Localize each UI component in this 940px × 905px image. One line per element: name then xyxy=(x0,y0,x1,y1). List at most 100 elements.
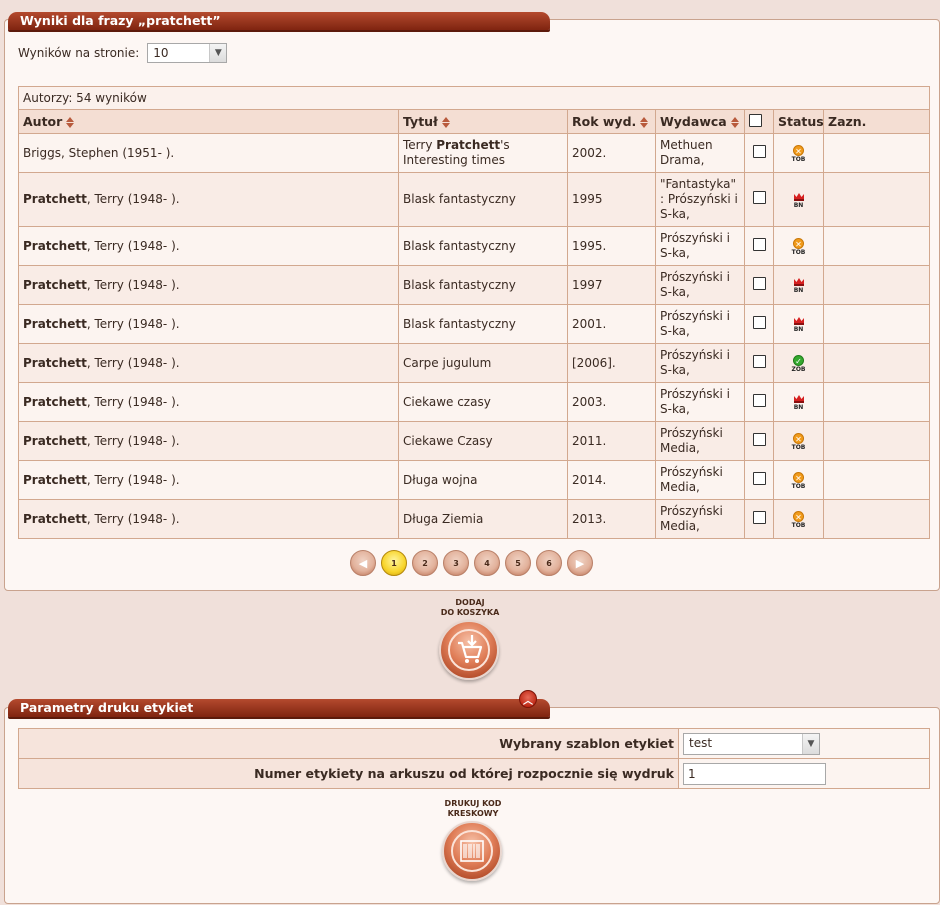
row-checkbox[interactable] xyxy=(752,393,766,407)
results-panel-title: Wyniki dla frazy „pratchett” xyxy=(8,12,550,30)
page-button-4[interactable]: 4 xyxy=(474,550,500,576)
page-button-1[interactable]: 1 xyxy=(381,550,407,576)
cell-marked xyxy=(822,382,931,422)
cell-status: BN xyxy=(773,382,824,422)
status-indicator[interactable]: BN xyxy=(793,192,805,209)
cell-author[interactable]: Pratchett, Terry (1948- ). xyxy=(18,343,399,383)
collapse-panel-button[interactable]: ︿ xyxy=(519,690,537,708)
page-button-6[interactable]: 6 xyxy=(536,550,562,576)
col-label-author: Autor xyxy=(23,114,63,129)
prev-page-button[interactable]: ◀ xyxy=(350,550,376,576)
col-header-title[interactable]: Tytuł xyxy=(398,109,568,134)
page-button-2[interactable]: 2 xyxy=(412,550,438,576)
cell-author[interactable]: Pratchett, Terry (1948- ). xyxy=(18,172,399,227)
row-checkbox[interactable] xyxy=(752,237,766,251)
table-row: Pratchett, Terry (1948- ). Ciekawe czasy 2… xyxy=(18,382,931,422)
cell-author[interactable]: Pratchett, Terry (1948- ). xyxy=(18,226,399,266)
next-page-button[interactable]: ▶ xyxy=(567,550,593,576)
row-checkbox[interactable] xyxy=(752,432,766,446)
print-barcode-label-line2: KRESKOWY xyxy=(447,809,499,818)
start-number-input[interactable]: 1 xyxy=(683,762,826,785)
chevron-down-icon: ▼ xyxy=(209,44,227,62)
status-indicator[interactable]: ✕ TOB xyxy=(792,511,805,529)
page-button-3[interactable]: 3 xyxy=(443,550,469,576)
status-code: TOB xyxy=(791,249,806,256)
status-indicator[interactable]: ✕ TOB xyxy=(792,145,805,163)
cell-title[interactable]: Blask fantastyczny xyxy=(398,172,568,227)
table-row: Pratchett, Terry (1948- ). Długa wojna 201… xyxy=(18,460,931,500)
crown-icon xyxy=(793,395,804,403)
cell-title[interactable]: Ciekawe Czasy xyxy=(398,421,568,461)
row-checkbox[interactable] xyxy=(752,144,766,158)
cell-title[interactable]: Blask fantastyczny xyxy=(398,226,568,266)
print-barcode-button[interactable] xyxy=(442,821,502,881)
author-text: , Terry (1948- ). xyxy=(86,511,180,526)
status-indicator[interactable]: BN xyxy=(793,394,805,411)
cell-author[interactable]: Pratchett, Terry (1948- ). xyxy=(18,265,399,305)
x-circle-icon: ✕ xyxy=(793,472,804,483)
status-indicator[interactable]: ✕ TOB xyxy=(791,472,806,490)
print-barcode-label: DRUKUJ KOD KRESKOWY xyxy=(423,799,523,819)
col-header-select-all xyxy=(744,109,774,134)
row-checkbox[interactable] xyxy=(752,471,766,485)
page-button-5[interactable]: 5 xyxy=(505,550,531,576)
col-header-author[interactable]: Autor xyxy=(18,109,399,134)
status-indicator[interactable]: BN xyxy=(793,316,805,333)
page-number: 4 xyxy=(484,558,490,568)
title-text: Blask fantastyczny xyxy=(403,238,516,253)
pagination: ◀ 1 2 3 4 5 6 ▶ xyxy=(350,550,593,576)
row-checkbox[interactable] xyxy=(752,276,766,290)
cell-year: 2001. xyxy=(567,304,656,344)
cell-author[interactable]: Pratchett, Terry (1948- ). xyxy=(18,421,399,461)
cell-author[interactable]: Pratchett, Terry (1948- ). xyxy=(18,382,399,422)
author-text: , Terry (1948- ). xyxy=(86,394,180,409)
table-row: Pratchett, Terry (1948- ). Blask fantasty… xyxy=(18,226,931,266)
cell-publisher: Prószyński Media, xyxy=(655,460,745,500)
per-page-control: Wyników na stronie: 10 ▼ xyxy=(18,43,228,63)
per-page-select[interactable]: 10 ▼ xyxy=(147,43,228,63)
title-text: Terry xyxy=(403,138,437,152)
cell-title[interactable]: Carpe jugulum xyxy=(398,343,568,383)
status-code: TOB xyxy=(791,483,806,490)
cell-author[interactable]: Pratchett, Terry (1948- ). xyxy=(18,304,399,344)
status-indicator[interactable]: ✕ TOB xyxy=(792,433,805,451)
status-indicator[interactable]: ✕ TOB xyxy=(791,238,806,256)
table-row: Pratchett, Terry (1948- ). Długa Ziemia 20… xyxy=(18,499,931,539)
cell-author[interactable]: Pratchett, Terry (1948- ). xyxy=(18,499,399,539)
author-text: , Terry (1948- ). xyxy=(86,433,180,448)
cell-year: 1995 xyxy=(567,172,656,227)
cell-title[interactable]: Terry Pratchett's Interesting times xyxy=(398,133,568,173)
x-circle-icon: ✕ xyxy=(793,238,804,249)
add-to-cart-label: DODAJ DO KOSZYKA xyxy=(420,598,520,618)
col-header-year[interactable]: Rok wyd. xyxy=(567,109,656,134)
cell-title[interactable]: Blask fantastyczny xyxy=(398,304,568,344)
cell-marked xyxy=(822,172,931,227)
status-indicator[interactable]: BN xyxy=(793,277,805,294)
cell-status: ✕ TOB xyxy=(773,133,824,173)
cell-title[interactable]: Blask fantastyczny xyxy=(398,265,568,305)
labels-panel-title: Parametry druku etykiet xyxy=(8,699,550,717)
arrow-left-icon: ◀ xyxy=(358,556,368,570)
results-table: Autorzy: 54 wyników Autor Tytuł Rok wyd.… xyxy=(17,86,931,539)
cell-title[interactable]: Ciekawe czasy xyxy=(398,382,568,422)
add-to-cart-button[interactable] xyxy=(439,620,499,680)
status-indicator[interactable]: ✓ ZOB xyxy=(791,355,806,373)
title-text: Blask fantastyczny xyxy=(403,316,516,331)
cell-title[interactable]: Długa Ziemia xyxy=(398,499,568,539)
select-all-checkbox[interactable] xyxy=(749,113,762,127)
row-checkbox[interactable] xyxy=(752,510,766,524)
sort-icon xyxy=(442,117,450,128)
row-checkbox[interactable] xyxy=(752,354,766,368)
cell-author[interactable]: Briggs, Stephen (1951- ). xyxy=(18,133,399,173)
print-barcode-label-line1: DRUKUJ KOD xyxy=(444,799,502,808)
author-highlight: Pratchett xyxy=(23,192,87,206)
row-checkbox[interactable] xyxy=(752,191,766,204)
cell-title[interactable]: Długa wojna xyxy=(398,460,568,500)
cell-author[interactable]: Pratchett, Terry (1948- ). xyxy=(18,460,399,500)
col-header-publisher[interactable]: Wydawca xyxy=(655,109,745,134)
template-select[interactable]: test ▼ xyxy=(683,732,820,755)
title-text: Ciekawe czasy xyxy=(403,394,491,409)
label-params-table: Wybrany szablon etykiet test ▼ Numer ety… xyxy=(18,728,930,789)
row-checkbox[interactable] xyxy=(752,315,766,329)
table-row: Pratchett, Terry (1948- ). Blask fantasty… xyxy=(18,172,931,227)
